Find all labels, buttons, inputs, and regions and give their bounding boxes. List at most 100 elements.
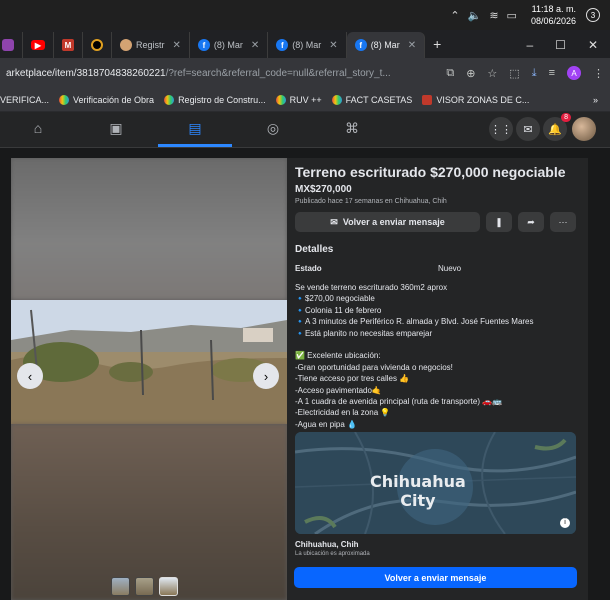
details-heading: Detalles [295,244,334,255]
thumbnail[interactable] [111,577,130,596]
tab-label: (8) Mar [370,40,400,50]
photo-blur-top [11,158,287,300]
puzzle-purple-icon [2,39,14,51]
maximize-icon[interactable]: ☐ [555,38,566,52]
menu-grid-icon[interactable]: ⋮⋮ [489,117,513,141]
bookmark-favicon-icon [164,94,175,105]
close-window-icon[interactable]: ✕ [588,38,598,52]
bookmarks-bar: VERIFICA... Verificación de Obra Registr… [0,88,610,112]
tab-facebook-active[interactable]: f (8) Mar ✕ [346,32,426,58]
more-options-button[interactable]: ··· [550,212,576,232]
profile-avatar[interactable]: A [567,66,581,80]
zoom-icon[interactable]: ⊕ [466,67,475,80]
land-photo-illustration [11,300,287,424]
notification-center-badge[interactable]: 3 [586,8,600,22]
tab-circle[interactable] [83,32,112,58]
map-city-label: Chihuahua City [370,472,466,510]
registro-icon [120,39,132,51]
condition-row: Estado Nuevo [295,264,580,273]
scrollbar[interactable] [598,158,610,600]
circle-icon [91,39,103,51]
bookmark-item[interactable]: VISOR ZONAS DE C... [422,94,529,105]
clock[interactable]: 11:18 a. m. 08/06/2026 [531,3,576,27]
resend-message-primary-button[interactable]: Volver a enviar mensaje [294,567,577,588]
bookmark-favicon-icon [422,94,433,105]
tab-registro[interactable]: Registr ✕ [112,32,190,58]
listing-photo[interactable] [11,300,287,424]
bookmark-item[interactable]: RUV ++ [275,94,322,105]
url-query: /?ref=search&referral_code=null&referral… [165,67,391,79]
share-button[interactable]: ➦ [518,212,544,232]
extensions-icon[interactable]: ⬚ [509,67,519,80]
notifications-bell-icon[interactable]: 🔔 8 [543,113,571,141]
facebook-icon: f [197,39,210,51]
close-icon[interactable]: ✕ [408,40,416,51]
url-domain: arketplace/item/3818704838260221 [6,67,166,79]
bookmark-label: VERIFICA... [0,94,50,105]
more-bookmarks-icon[interactable]: » [593,95,610,105]
map-city-line2: City [400,491,436,510]
close-icon[interactable]: ✕ [329,40,337,51]
star-icon[interactable]: ☆ [487,67,497,80]
share-icon: ➦ [527,216,535,227]
listing-title: Terreno escriturado $270,000 negociable [295,164,566,180]
tab-facebook-1[interactable]: f (8) Mar ✕ [190,32,269,58]
close-icon[interactable]: ✕ [251,40,259,51]
battery-icon[interactable]: ▭ [507,9,517,22]
marketplace-icon[interactable]: ▤ [185,120,205,140]
bookmark-item[interactable]: FACT CASETAS [331,94,413,105]
close-icon[interactable]: ✕ [173,40,181,51]
home-icon[interactable]: ⌂ [28,120,48,140]
photo-blur-bottom [11,424,287,600]
chevron-up-icon[interactable]: ⌃ [450,9,459,22]
resend-message-button[interactable]: ✉ Volver a enviar mensaje [295,212,480,232]
url-field[interactable]: arketplace/item/3818704838260221/?ref=se… [6,68,446,79]
thumbnail[interactable] [135,577,154,596]
info-icon[interactable]: i [560,518,570,528]
minimize-icon[interactable]: – [526,38,533,52]
gaming-icon[interactable]: ⌘ [342,120,362,140]
avatar[interactable] [572,117,596,141]
thumbnail[interactable] [159,577,178,596]
video-icon[interactable]: ▣ [106,120,126,140]
system-tray: ⌃ 🔈 ≋ ▭ 11:18 a. m. 08/06/2026 3 [0,0,610,30]
install-app-icon[interactable]: ⧉ [446,67,454,80]
bookmark-item[interactable]: VERIFICA... [0,95,49,105]
tray-icons: ⌃ 🔈 ≋ ▭ [450,9,517,22]
tab-m[interactable]: M [54,32,83,58]
volume-icon[interactable]: 🔈 [468,9,482,22]
tab-extension[interactable] [0,32,23,58]
messenger-icon: ✉ [330,216,338,227]
groups-icon[interactable]: ◎ [263,120,283,140]
location-map[interactable]: Chihuahua City i [295,432,576,534]
bookmark-item[interactable]: Verificación de Obra [59,94,154,105]
bookmark-icon: ❚ [495,216,503,227]
tab-bar: ▶ M Registr ✕ f (8) Mar ✕ f (8) Mar ✕ f … [0,30,610,58]
bookmark-favicon-icon [59,94,70,105]
tab-youtube[interactable]: ▶ [23,32,54,58]
condition-value: Nuevo [438,264,462,273]
bookmark-label: Registro de Constru... [178,94,266,105]
address-icons: ⧉ ⊕ ☆ ⬚ ⤓ ≡ A ⋮ [446,66,604,80]
location-note: La ubicación es aproximada [295,551,370,557]
photo-gallery: ‹ › [11,158,287,600]
next-photo-button[interactable]: › [253,363,279,389]
save-bookmark-button[interactable]: ❚ [486,212,512,232]
notifications-count: 8 [561,113,571,122]
bookmark-label: FACT CASETAS [345,94,413,105]
bookmark-favicon-icon [331,94,342,105]
wifi-icon[interactable]: ≋ [489,9,498,22]
bookmark-item[interactable]: Registro de Constru... [164,94,266,105]
facebook-icon: f [276,39,289,51]
download-icon[interactable]: ⤓ [532,67,537,80]
new-tab-icon[interactable]: + [425,36,449,58]
tab-facebook-2[interactable]: f (8) Mar ✕ [268,32,347,58]
window-controls: – ☐ ✕ [514,38,610,58]
media-icon[interactable]: ≡ [549,67,555,79]
menu-dots-icon[interactable]: ⋮ [593,67,604,80]
previous-photo-button[interactable]: ‹ [17,363,43,389]
resend-message-label: Volver a enviar mensaje [342,217,445,227]
map-city-line1: Chihuahua [370,472,466,491]
location-name: Chihuahua, Chih [295,540,359,549]
messenger-icon[interactable]: ✉ [516,117,540,141]
